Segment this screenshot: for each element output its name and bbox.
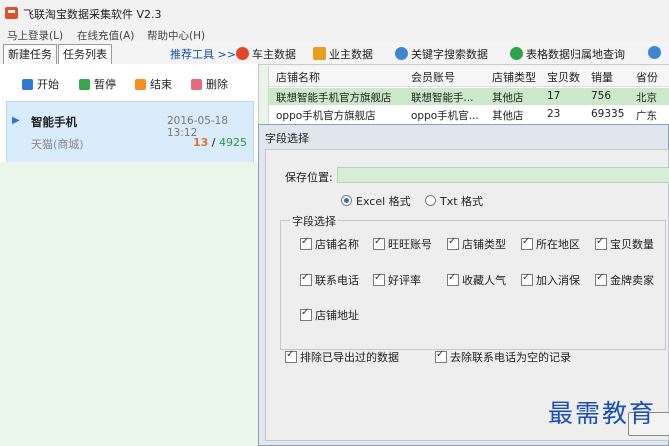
cell-shop-name: oppo手机官方旗舰店: [276, 110, 376, 122]
menu-bar: 马上登录(L) 在线充值(A) 帮助中心(H): [0, 26, 669, 42]
delete-button[interactable]: 删除: [191, 76, 228, 92]
tool-property-owner[interactable]: 业主数据: [313, 46, 373, 62]
save-location-label: 保存位置:: [285, 171, 333, 184]
pause-icon: [79, 79, 90, 90]
field-consumer-protection-checkbox[interactable]: 加入消保: [521, 272, 580, 288]
cell-sales: 69335: [591, 108, 625, 120]
play-icon: [22, 79, 33, 90]
task-list-empty-area: [0, 162, 258, 446]
window-title: 飞联淘宝数据采集软件 V2.3: [23, 8, 162, 21]
table-row[interactable]: oppo手机官方旗舰店 oppo手机官... 其他店 23 69335 广东: [269, 106, 669, 123]
field-item-count-checkbox[interactable]: 宝贝数量: [595, 236, 654, 252]
watermark: 最需教育: [548, 399, 657, 428]
cell-item-count: 23: [547, 108, 561, 120]
search-icon: [395, 47, 408, 60]
toolbar: 新建任务 任务列表 推荐工具 >> 车主数据 业主数据 关键字搜索数据 表格数据…: [0, 42, 669, 65]
save-location-input[interactable]: [337, 167, 669, 183]
task-source: 天猫(商城): [31, 138, 84, 151]
col-member-account[interactable]: 会员账号: [411, 69, 455, 85]
field-shop-type-checkbox[interactable]: 店铺类型: [447, 236, 506, 252]
tab-new-task[interactable]: 新建任务: [3, 44, 57, 64]
menu-help[interactable]: 帮助中心(H): [147, 28, 205, 43]
col-shop-name[interactable]: 店铺名称: [276, 69, 320, 85]
field-shop-address-checkbox[interactable]: 店铺地址: [300, 307, 359, 323]
field-favorites-checkbox[interactable]: 收藏人气: [447, 272, 506, 288]
start-button[interactable]: 开始: [22, 76, 59, 92]
field-shop-name-checkbox[interactable]: 店铺名称: [300, 236, 359, 252]
recommend-tools-label: 推荐工具 >>: [170, 48, 236, 61]
col-item-count[interactable]: 宝贝数: [547, 69, 580, 85]
cell-member-account: 联想智能手...: [411, 92, 474, 104]
format-txt-radio[interactable]: Txt 格式: [425, 193, 483, 209]
pause-button[interactable]: 暂停: [79, 76, 116, 92]
stop-icon: [135, 79, 146, 90]
cell-shop-type: 其他店: [492, 110, 524, 122]
col-province[interactable]: 省份: [636, 69, 658, 85]
cell-sales: 756: [591, 90, 612, 102]
menu-login[interactable]: 马上登录(L): [7, 28, 63, 43]
stop-button[interactable]: 结束: [135, 76, 172, 92]
cell-shop-type: 其他店: [492, 92, 524, 104]
tool-phone-location[interactable]: 表格数据归属地查询: [510, 46, 625, 62]
tool-keyword-search[interactable]: 关键字搜索数据: [395, 46, 488, 62]
dialog-title-bar[interactable]: 字段选择: [259, 125, 669, 149]
cell-item-count: 17: [547, 90, 561, 102]
title-bar: 飞联淘宝数据采集软件 V2.3: [0, 0, 669, 26]
col-shop-type[interactable]: 店铺类型: [492, 69, 536, 85]
dialog-title: 字段选择: [265, 132, 309, 145]
field-group-label: 字段选择: [290, 213, 338, 229]
action-bar: 开始 暂停 结束 删除: [0, 64, 258, 100]
field-region-checkbox[interactable]: 所在地区: [521, 236, 580, 252]
house-icon: [313, 47, 326, 60]
tool-more[interactable]: [648, 46, 664, 60]
delete-icon: [191, 79, 202, 90]
tab-task-list[interactable]: 任务列表: [58, 44, 112, 64]
task-name: 智能手机: [31, 115, 77, 129]
exclude-exported-checkbox[interactable]: 排除已导出过的数据: [285, 349, 399, 365]
play-arrow-icon: ▶: [12, 115, 20, 126]
cell-province: 广东: [636, 110, 657, 122]
car-owner-icon: [236, 47, 249, 60]
data-grid: 店铺名称 会员账号 店铺类型 宝贝数 销量 省份 联想智能手机官方旗舰店 联想智…: [268, 66, 669, 124]
menu-recharge[interactable]: 在线充值(A): [77, 28, 134, 43]
field-phone-checkbox[interactable]: 联系电话: [300, 272, 359, 288]
task-item[interactable]: ▶ 智能手机 2016-05-18 13:12 天猫(商城) 13 / 4925: [6, 101, 254, 163]
col-sales[interactable]: 销量: [591, 69, 613, 85]
grid-header: 店铺名称 会员账号 店铺类型 宝贝数 销量 省份: [269, 66, 669, 87]
cell-member-account: oppo手机官...: [411, 110, 479, 122]
table-row[interactable]: 联想智能手机官方旗舰店 联想智能手... 其他店 17 756 北京: [269, 88, 669, 105]
globe-icon: [510, 47, 523, 60]
more-tool-icon: [648, 46, 661, 59]
cell-province: 北京: [636, 92, 657, 104]
field-gold-seller-checkbox[interactable]: 金牌卖家: [595, 272, 654, 288]
task-progress: 13 / 4925: [193, 136, 248, 149]
app-logo-icon: [5, 7, 18, 19]
format-excel-radio[interactable]: Excel 格式: [341, 193, 411, 209]
tool-car-owner[interactable]: 车主数据: [236, 46, 296, 62]
cell-shop-name: 联想智能手机官方旗舰店: [276, 92, 392, 104]
field-rating-checkbox[interactable]: 好评率: [373, 272, 421, 288]
remove-empty-phone-checkbox[interactable]: 去除联系电话为空的记录: [435, 349, 571, 365]
field-wangwang-checkbox[interactable]: 旺旺账号: [373, 236, 432, 252]
